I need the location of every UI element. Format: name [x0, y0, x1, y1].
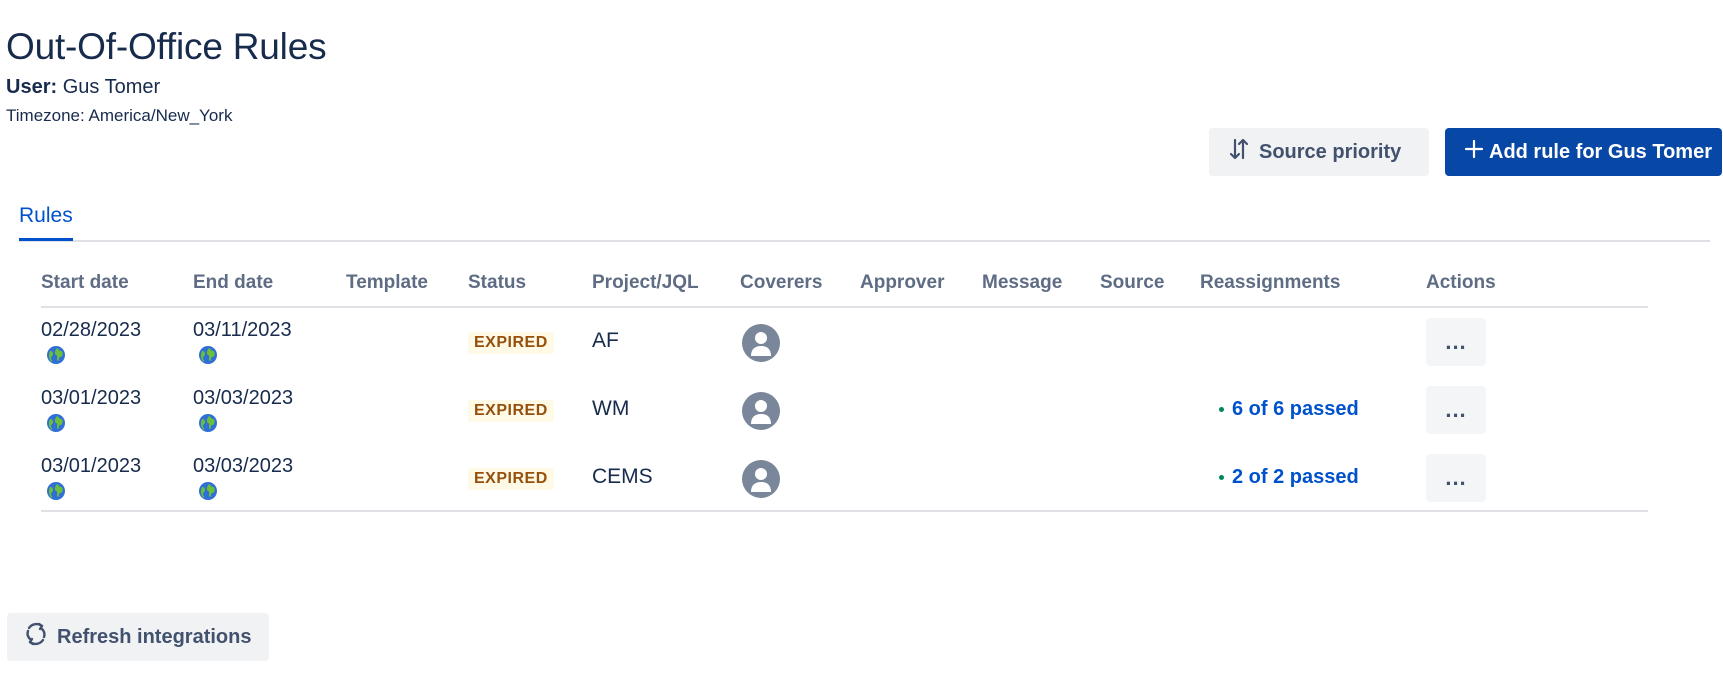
success-dot-icon	[1219, 407, 1224, 412]
project-value: WM	[592, 397, 630, 420]
col-actions: Actions	[1426, 272, 1496, 293]
user-name: Gus Tomer	[62, 76, 161, 98]
end-date: 03/03/2023	[193, 387, 294, 409]
end-date: 03/03/2023	[193, 455, 294, 477]
end-date: 03/11/2023	[193, 319, 292, 341]
col-end-date: End date	[193, 272, 274, 293]
col-reassignments: Reassignments	[1200, 272, 1341, 293]
refresh-integrations-button[interactable]: Refresh integrations	[7, 613, 269, 661]
user-avatar-icon[interactable]	[742, 324, 780, 362]
col-message: Message	[982, 272, 1063, 293]
success-dot-icon	[1219, 475, 1224, 480]
source-priority-button[interactable]: Source priority	[1209, 128, 1429, 176]
page-title: Out-Of-Office Rules	[6, 26, 327, 67]
project-value: AF	[592, 329, 619, 352]
more-actions-button[interactable]: ...	[1426, 318, 1486, 366]
add-rule-button[interactable]: Add rule for Gus Tomer	[1445, 128, 1722, 176]
plus-icon	[1463, 138, 1485, 166]
table-row: 02/28/2023 03/11/2023 EXPIRED AF ...	[41, 308, 1648, 376]
table-header: Start date End date Template Status Proj…	[41, 268, 1648, 308]
col-template: Template	[346, 272, 429, 293]
reassignments-label: 6 of 6 passed	[1232, 398, 1359, 420]
add-rule-label: Add rule for Gus Tomer	[1489, 140, 1712, 163]
user-line: User: Gus Tomer	[6, 76, 160, 99]
globe-icon	[198, 345, 218, 365]
reassignments-link[interactable]: 2 of 2 passed	[1219, 466, 1359, 489]
status-badge: EXPIRED	[468, 400, 554, 422]
sort-arrows-icon	[1227, 137, 1251, 167]
globe-icon	[46, 413, 66, 433]
col-coverers: Coverers	[740, 272, 823, 293]
table-row: 03/01/2023 03/03/2023 EXPIRED CEMS 2 of …	[41, 444, 1648, 512]
reassignments-link[interactable]: 6 of 6 passed	[1219, 398, 1359, 421]
source-priority-label: Source priority	[1259, 140, 1402, 163]
globe-icon	[198, 413, 218, 433]
start-date: 02/28/2023	[41, 319, 142, 341]
rules-table: Start date End date Template Status Proj…	[41, 268, 1648, 512]
refresh-icon	[23, 621, 49, 653]
more-actions-button[interactable]: ...	[1426, 454, 1486, 502]
globe-icon	[198, 481, 218, 501]
refresh-integrations-label: Refresh integrations	[57, 625, 252, 648]
timezone-text: Timezone: America/New_York	[6, 106, 233, 125]
col-start-date: Start date	[41, 272, 129, 293]
col-source: Source	[1100, 272, 1165, 293]
col-status: Status	[468, 272, 527, 293]
tab-rules[interactable]: Rules	[19, 204, 73, 241]
globe-icon	[46, 481, 66, 501]
start-date: 03/01/2023	[41, 455, 142, 477]
globe-icon	[46, 345, 66, 365]
ooo-rules-page: Out-Of-Office Rules User: Gus Tomer Time…	[0, 0, 1723, 674]
user-label: User:	[6, 76, 58, 98]
col-approver: Approver	[860, 272, 945, 293]
project-value: CEMS	[592, 465, 653, 488]
status-badge: EXPIRED	[468, 332, 554, 354]
table-row: 03/01/2023 03/03/2023 EXPIRED WM 6 of 6 …	[41, 376, 1648, 444]
status-badge: EXPIRED	[468, 468, 554, 490]
user-avatar-icon[interactable]	[742, 460, 780, 498]
tab-bar: Rules	[19, 200, 1710, 242]
start-date: 03/01/2023	[41, 387, 142, 409]
col-project: Project/JQL	[592, 272, 699, 293]
user-avatar-icon[interactable]	[742, 392, 780, 430]
reassignments-label: 2 of 2 passed	[1232, 466, 1359, 488]
more-actions-button[interactable]: ...	[1426, 386, 1486, 434]
